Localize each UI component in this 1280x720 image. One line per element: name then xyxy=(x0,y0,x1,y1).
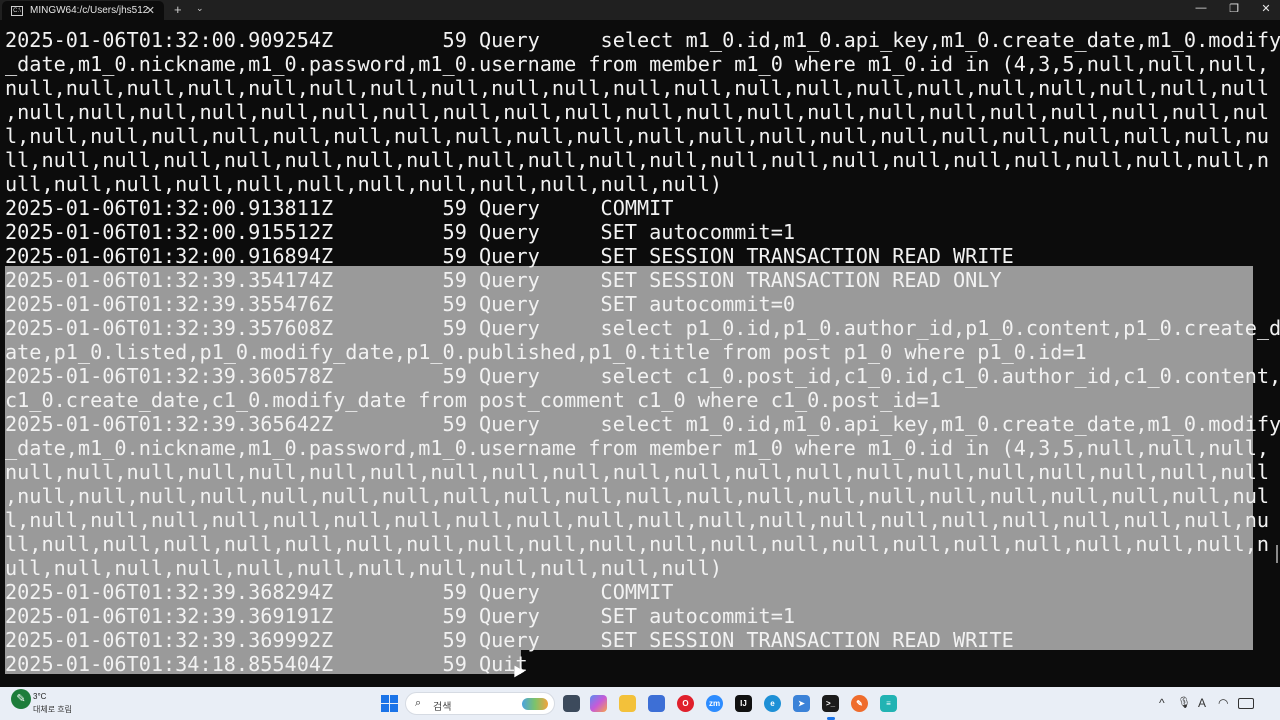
terminal-line: 2025-01-06T01:32:39.365642Z 59 Query sel… xyxy=(5,412,1280,436)
edge-icon[interactable]: e xyxy=(764,695,781,712)
browser-icon[interactable] xyxy=(648,695,665,712)
windows-start-icon[interactable] xyxy=(381,695,398,712)
terminal-line: null,null,null,null,null,null,null,null,… xyxy=(5,460,1270,484)
terminal-line: 2025-01-06T01:32:00.915512Z 59 Query SET… xyxy=(5,220,796,244)
opera-icon[interactable]: O xyxy=(677,695,694,712)
maximize-button[interactable]: ❐ xyxy=(1224,2,1244,15)
tab-dropdown-icon[interactable]: ⌄ xyxy=(196,3,204,14)
tray-chevron-icon[interactable]: ^ xyxy=(1159,696,1165,710)
terminal-line: ll,null,null,null,null,null,null,null,nu… xyxy=(5,532,1270,556)
terminal-line: 2025-01-06T01:32:39.369992Z 59 Query SET… xyxy=(5,628,1014,652)
weather-icon[interactable]: ✎ xyxy=(11,689,31,709)
terminal-line: ull,null,null,null,null,null,null,null,n… xyxy=(5,172,723,196)
input-method-icon[interactable]: A xyxy=(1198,696,1206,710)
minimize-button[interactable]: — xyxy=(1191,2,1211,14)
copilot-icon[interactable] xyxy=(590,695,607,712)
intellij-icon[interactable]: IJ xyxy=(735,695,752,712)
terminal-line: ,null,null,null,null,null,null,null,null… xyxy=(5,100,1270,124)
terminal-line: l,null,null,null,null,null,null,null,nul… xyxy=(5,124,1270,148)
terminal-line: 2025-01-06T01:32:39.354174Z 59 Query SET… xyxy=(5,268,1002,292)
tab-title: MINGW64:/c/Users/jhs512 xyxy=(30,5,149,16)
weather-temperature: 3°C xyxy=(33,692,47,701)
title-bar: C:\ MINGW64:/c/Users/jhs512 ✕ + ⌄ — ❐ ✕ xyxy=(0,0,1280,20)
terminal-tab-icon: C:\ xyxy=(11,5,23,16)
terminal-icon[interactable]: >_ xyxy=(822,695,839,712)
terminal-line: _date,m1_0.nickname,m1_0.password,m1_0.u… xyxy=(5,52,1270,76)
search-highlight-icon xyxy=(522,698,548,710)
terminal-line: 2025-01-06T01:32:39.369191Z 59 Query SET… xyxy=(5,604,796,628)
terminal-line: 2025-01-06T01:32:00.913811Z 59 Query COM… xyxy=(5,196,674,220)
terminal-line: _date,m1_0.nickname,m1_0.password,m1_0.u… xyxy=(5,436,1270,460)
search-label: 검색 xyxy=(433,702,452,713)
terminal-line: 2025-01-06T01:32:39.368294Z 59 Query COM… xyxy=(5,580,674,604)
terminal-line: null,null,null,null,null,null,null,null,… xyxy=(5,76,1270,100)
terminal-line: ,null,null,null,null,null,null,null,null… xyxy=(5,484,1270,508)
wifi-icon[interactable]: ◠ xyxy=(1218,696,1228,710)
taskbar-search[interactable]: ⌕ 검색 xyxy=(405,692,555,715)
terminal-line: ull,null,null,null,null,null,null,null,n… xyxy=(5,556,723,580)
terminal-lines: 2025-01-06T01:32:00.909254Z 59 Query sel… xyxy=(5,28,1280,676)
tab-close-icon[interactable]: ✕ xyxy=(146,4,155,17)
terminal-tab[interactable]: C:\ MINGW64:/c/Users/jhs512 ✕ xyxy=(2,1,164,20)
task-view-icon[interactable] xyxy=(563,695,580,712)
terminal-line: ll,null,null,null,null,null,null,null,nu… xyxy=(5,148,1270,172)
scrollbar-thumb[interactable] xyxy=(1276,545,1278,563)
terminal-line: 2025-01-06T01:32:00.909254Z 59 Query sel… xyxy=(5,28,1280,52)
folder-icon[interactable] xyxy=(619,695,636,712)
close-window-button[interactable]: ✕ xyxy=(1256,2,1276,15)
postman-icon[interactable]: ✎ xyxy=(851,695,868,712)
weather-description: 대체로 흐림 xyxy=(33,705,73,714)
notepad-icon[interactable]: ≡ xyxy=(880,695,897,712)
terminal-line: 2025-01-06T01:32:39.355476Z 59 Query SET… xyxy=(5,292,796,316)
terminal-line: c1_0.create_date,c1_0.modify_date from p… xyxy=(5,388,941,412)
new-tab-button[interactable]: + xyxy=(174,2,182,17)
terminal-line: 2025-01-06T01:32:39.360578Z 59 Query sel… xyxy=(5,364,1280,388)
terminal-output[interactable]: 2025-01-06T01:32:00.909254Z 59 Query sel… xyxy=(0,20,1280,687)
arrow-app-icon[interactable]: ➤ xyxy=(793,695,810,712)
terminal-line: 2025-01-06T01:32:00.916894Z 59 Query SET… xyxy=(5,244,1014,268)
taskbar: ✎ 3°C 대체로 흐림 ⌕ 검색 O zm IJ e ➤ >_ ✎ ≡ ^ 🎙… xyxy=(0,687,1280,720)
terminal-line: ate,p1_0.listed,p1_0.modify_date,p1_0.pu… xyxy=(5,340,1087,364)
zoom-icon[interactable]: zm xyxy=(706,695,723,712)
terminal-line: 2025-01-06T01:34:18.855404Z 59 Quit xyxy=(5,652,528,676)
terminal-line: l,null,null,null,null,null,null,null,nul… xyxy=(5,508,1270,532)
search-icon: ⌕ xyxy=(415,697,422,709)
terminal-line: 2025-01-06T01:32:39.357608Z 59 Query sel… xyxy=(5,316,1280,340)
microphone-icon[interactable]: 🎙 xyxy=(1177,696,1191,709)
battery-icon[interactable] xyxy=(1238,698,1254,709)
